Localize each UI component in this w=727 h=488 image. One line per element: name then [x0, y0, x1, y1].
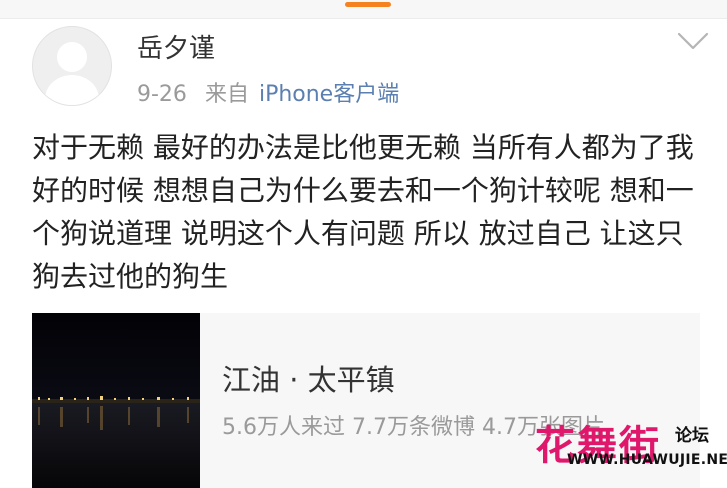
pull-indicator [345, 2, 391, 7]
default-avatar-icon [45, 42, 99, 105]
location-thumbnail [32, 313, 200, 488]
source-link[interactable]: iPhone客户端 [259, 82, 399, 107]
watermark-badge: 论坛 [675, 426, 709, 446]
post-body: 对于无赖 最好的办法是比他更无赖 当所有人都为了我好的时候 想想自己为什么要去和… [32, 131, 694, 293]
watermark-url: WWW.HUAWUJIE.NET [567, 452, 727, 468]
post-date: 9-26 [137, 82, 187, 107]
chevron-down-icon[interactable] [676, 30, 710, 52]
location-title: 江油 · 太平镇 [222, 363, 395, 397]
avatar[interactable] [32, 26, 112, 106]
status-bar [0, 0, 727, 19]
source-prefix: 来自 [204, 82, 249, 107]
watermark: 花舞街 论坛 WWW.HUAWUJIE.NET [535, 395, 727, 482]
author-name[interactable]: 岳夕谨 [137, 28, 215, 65]
post-meta: 9-26 来自 iPhone客户端 [137, 76, 399, 108]
